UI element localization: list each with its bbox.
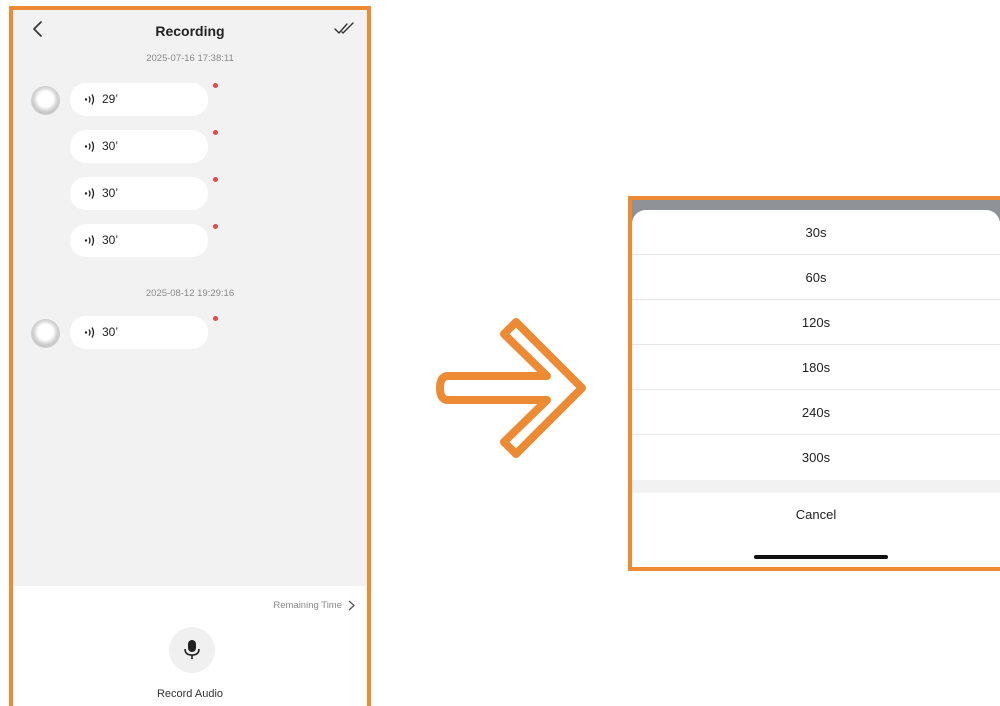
duration-options: 30s 60s 120s 180s 240s 300s	[632, 210, 1000, 480]
voice-duration: 30’	[102, 186, 119, 200]
sound-wave-icon	[84, 327, 95, 338]
voice-duration: 29’	[102, 92, 119, 106]
voice-message-bubble[interactable]: 29’	[70, 83, 208, 116]
unread-dot	[213, 177, 218, 182]
sound-wave-icon	[84, 141, 95, 152]
voice-message-bubble[interactable]: 30’	[70, 177, 208, 210]
option-30s[interactable]: 30s	[632, 210, 1000, 255]
cancel-button[interactable]: Cancel	[632, 493, 1000, 537]
microphone-icon	[184, 640, 200, 659]
avatar	[32, 320, 59, 347]
message-timestamp: 2025-07-16 17:38:11	[146, 53, 234, 64]
chevron-right-icon	[348, 600, 355, 611]
unread-dot	[213, 224, 218, 229]
voice-message-bubble[interactable]: 30’	[70, 224, 208, 257]
record-audio-label: Record Audio	[156, 688, 224, 700]
unread-dot	[213, 316, 218, 321]
sound-wave-icon	[84, 188, 95, 199]
top-bar: Recording	[13, 10, 367, 50]
option-180s[interactable]: 180s	[632, 345, 1000, 390]
record-panel: Remaining Time Record Audio	[13, 586, 367, 706]
option-120s[interactable]: 120s	[632, 300, 1000, 345]
duration-picker-screen: 30s 60s 120s 180s 240s 300s Cancel	[628, 196, 1000, 571]
remaining-time-label: Remaining Time	[273, 600, 342, 611]
page-title: Recording	[155, 23, 225, 39]
remaining-time-link[interactable]: Remaining Time	[273, 600, 355, 611]
unread-dot	[213, 130, 218, 135]
cancel-section: Cancel	[632, 493, 1000, 567]
voice-message-bubble[interactable]: 30’	[70, 316, 208, 349]
sound-wave-icon	[84, 94, 95, 105]
record-audio-button[interactable]	[169, 627, 215, 673]
option-300s[interactable]: 300s	[632, 435, 1000, 480]
unread-dot	[213, 83, 218, 88]
voice-duration: 30’	[102, 325, 119, 339]
voice-message-bubble[interactable]: 30’	[70, 130, 208, 163]
option-240s[interactable]: 240s	[632, 390, 1000, 435]
option-60s[interactable]: 60s	[632, 255, 1000, 300]
home-indicator	[754, 555, 888, 559]
sound-wave-icon	[84, 235, 95, 246]
action-sheet: 30s 60s 120s 180s 240s 300s Cancel	[632, 210, 1000, 567]
voice-duration: 30’	[102, 233, 119, 247]
recording-screen: Recording 2025-07-16 17:38:11 29’ 30’ 30…	[9, 6, 371, 706]
message-timestamp: 2025-08-12 19:29:16	[145, 288, 235, 299]
voice-duration: 30’	[102, 139, 119, 153]
transition-arrow-icon	[436, 318, 586, 458]
mark-all-read-icon[interactable]	[333, 20, 357, 38]
avatar	[32, 87, 59, 114]
